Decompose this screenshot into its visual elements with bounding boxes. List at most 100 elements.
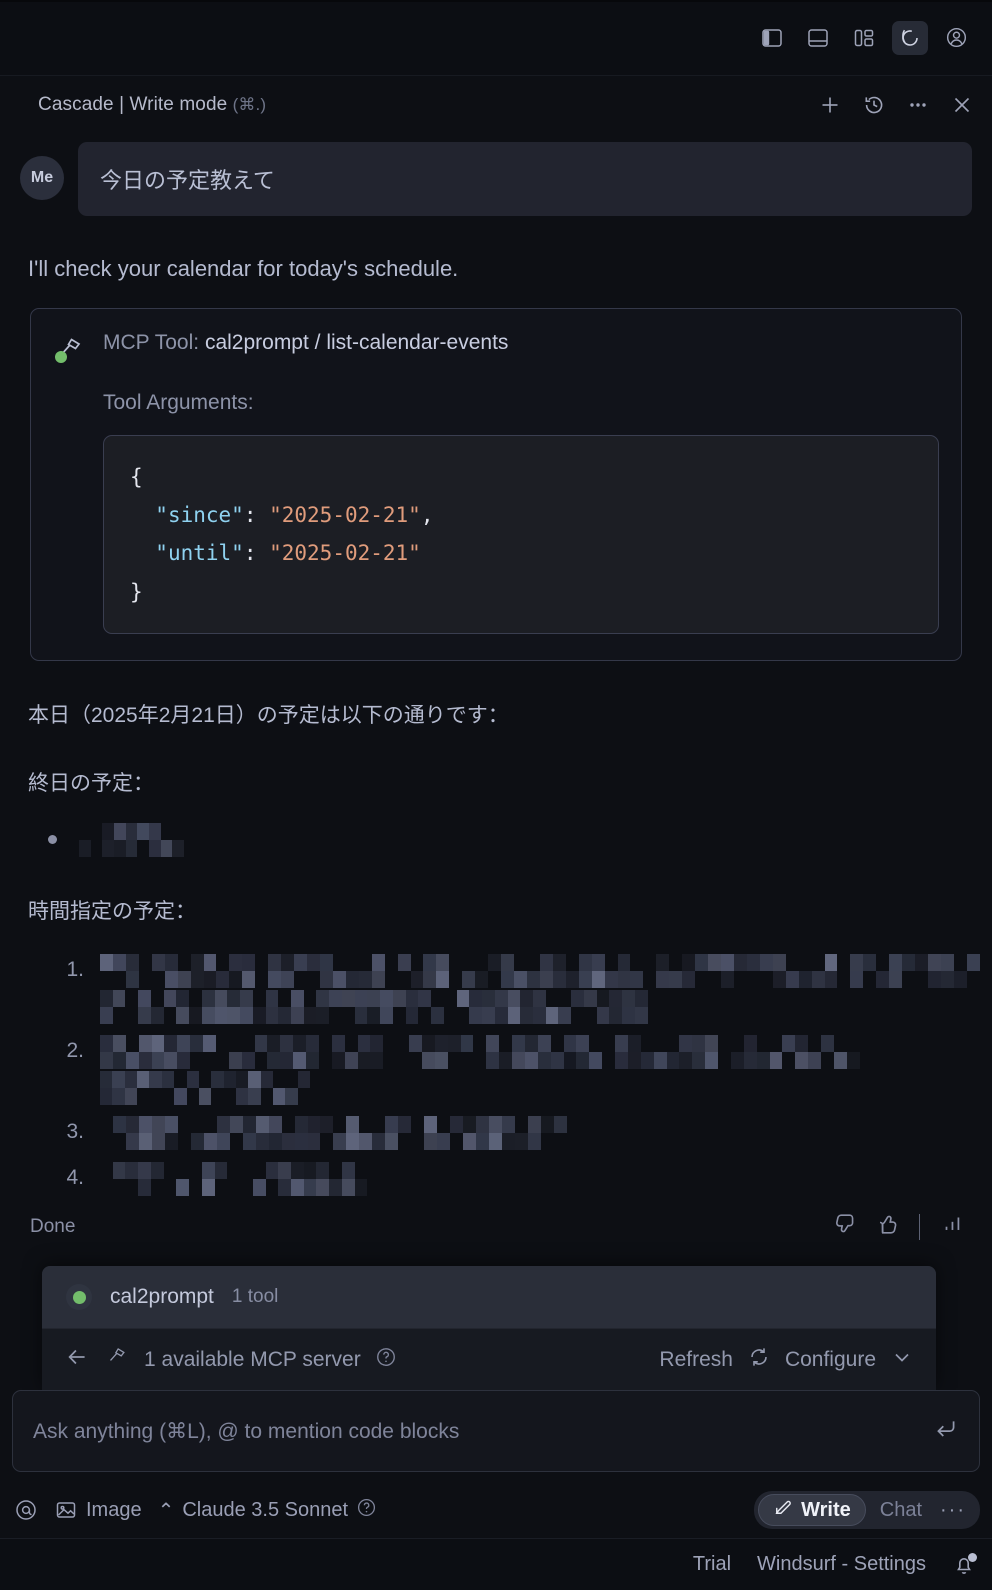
summary-intro-text: 本日（2025年2月21日）の予定は以下の通りです：	[28, 703, 509, 727]
customize-layout-icon[interactable]	[846, 21, 882, 55]
mcp-tool-header: MCP Tool: cal2prompt / list-calendar-eve…	[53, 331, 939, 367]
code-value-until: "2025-02-21"	[269, 541, 421, 566]
available-servers-label: 1 available MCP server	[144, 1347, 361, 1371]
prompt-input-container[interactable]: Ask anything (⌘L), @ to mention code blo…	[12, 1390, 980, 1472]
account-icon[interactable]	[938, 21, 974, 55]
mcp-tool-prefix: MCP Tool:	[103, 331, 205, 354]
mcp-tool-name: cal2prompt / list-calendar-events	[204, 331, 509, 354]
mention-button[interactable]	[14, 1498, 38, 1522]
status-dot	[72, 1290, 86, 1304]
timed-heading: 時間指定の予定：	[28, 899, 196, 923]
redacted-text-line	[100, 1034, 860, 1069]
refresh-button[interactable]: Refresh	[659, 1348, 733, 1372]
mcp-tool-count: 1 tool	[231, 1286, 279, 1307]
code-close-brace: }	[130, 579, 143, 604]
mcp-footer-left: 1 available MCP server	[64, 1344, 397, 1376]
cascade-header-actions	[818, 93, 974, 117]
input-area: Ask anything (⌘L), @ to mention code blo…	[0, 1390, 992, 1482]
settings-link[interactable]: Windsurf - Settings	[757, 1553, 926, 1576]
allday-heading: 終日の予定：	[28, 771, 154, 795]
toggle-panel-icon[interactable]	[800, 21, 836, 55]
titlebar-icon-group	[754, 20, 974, 55]
hammer-icon	[53, 333, 87, 367]
close-button[interactable]	[950, 93, 974, 117]
cascade-title-shortcut: (⌘.)	[232, 95, 267, 114]
code-open-brace: {	[130, 465, 143, 489]
tab-write-label: Write	[801, 1498, 851, 1521]
feedback-icon-group	[831, 1211, 966, 1243]
search-input[interactable]: Ask anything (⌘L), @ to mention code blo…	[33, 1419, 933, 1444]
list-item	[48, 822, 972, 857]
redacted-content	[100, 1032, 860, 1105]
thumbs-down-icon[interactable]	[831, 1211, 857, 1243]
tab-chat[interactable]: Chat	[868, 1499, 934, 1522]
code-key-until: "until"	[155, 541, 244, 566]
composer-toolbar: Image ⌃ Claude 3.5 Sonnet Write Chat ···	[0, 1482, 992, 1538]
cascade-panel: Cascade | Write mode (⌘.) Me 今日の予定教えて I'…	[0, 0, 992, 1590]
model-label: Claude 3.5 Sonnet	[182, 1498, 349, 1521]
redacted-text-line	[100, 989, 660, 1024]
new-conversation-button[interactable]	[818, 93, 842, 117]
plan-badge[interactable]: Trial	[693, 1553, 731, 1576]
help-icon[interactable]	[356, 1497, 377, 1524]
chevron-down-icon[interactable]	[890, 1345, 914, 1375]
cascade-title-text: Cascade | Write mode	[38, 94, 228, 115]
tool-status-dot	[55, 351, 67, 363]
server-status-icon	[66, 1284, 92, 1310]
status-text: Done	[30, 1215, 76, 1237]
table-row	[50, 1113, 972, 1151]
feedback-divider	[919, 1213, 920, 1240]
user-message-bubble[interactable]: 今日の予定教えて	[78, 142, 972, 216]
mcp-server-name: cal2prompt	[110, 1285, 214, 1308]
conversation-area: Me 今日の予定教えて I'll check your calendar for…	[0, 134, 992, 1390]
tab-write[interactable]: Write	[758, 1494, 866, 1526]
cascade-logo-icon[interactable]	[892, 20, 928, 55]
cascade-title: Cascade | Write mode (⌘.)	[38, 94, 266, 116]
metrics-icon[interactable]	[940, 1211, 966, 1243]
user-message-text: 今日の予定教えて	[100, 168, 275, 193]
mcp-server-item[interactable]: cal2prompt 1 tool	[42, 1266, 936, 1328]
refresh-icon[interactable]	[747, 1345, 771, 1375]
image-attach-button[interactable]: Image	[54, 1498, 142, 1522]
timed-event-list	[50, 951, 980, 1197]
table-row	[50, 951, 980, 1024]
edit-icon	[773, 1497, 793, 1523]
tool-arguments-code: { "since": "2025-02-21", "until": "2025-…	[103, 435, 939, 634]
submit-icon[interactable]	[933, 1416, 959, 1447]
avatar: Me	[20, 156, 64, 200]
notifications-button[interactable]	[952, 1552, 977, 1577]
image-label: Image	[86, 1498, 142, 1521]
thumbs-up-icon[interactable]	[873, 1211, 899, 1243]
toggle-primary-sidebar-icon[interactable]	[754, 21, 790, 55]
cascade-header: Cascade | Write mode (⌘.)	[0, 76, 992, 134]
notification-dot	[968, 1552, 977, 1562]
code-value-since: "2025-02-21"	[269, 503, 421, 528]
redacted-text-line	[100, 953, 980, 988]
code-key-since: "since"	[155, 503, 244, 528]
message-status-row: Done	[30, 1211, 966, 1243]
mcp-server-popover: cal2prompt 1 tool 1 available MCP server…	[42, 1266, 936, 1390]
redacted-content	[79, 822, 185, 857]
hammer-icon	[104, 1344, 130, 1376]
user-message-row: Me 今日の予定教えて	[20, 134, 972, 216]
code-comma: ,	[420, 503, 434, 528]
mode-more-button[interactable]: ···	[936, 1499, 976, 1522]
mcp-tool-title: MCP Tool: cal2prompt / list-calendar-eve…	[103, 331, 508, 355]
more-options-button[interactable]	[906, 93, 930, 117]
model-selector[interactable]: ⌃ Claude 3.5 Sonnet	[158, 1497, 377, 1524]
redacted-text-line	[100, 1161, 380, 1196]
back-arrow-icon[interactable]	[64, 1344, 90, 1376]
redacted-content	[100, 1159, 380, 1196]
configure-button[interactable]: Configure	[785, 1348, 876, 1372]
allday-event-list	[48, 822, 972, 857]
redacted-content	[100, 1113, 580, 1150]
editor-titlebar	[0, 0, 992, 76]
help-icon[interactable]	[375, 1346, 397, 1374]
mode-toggle-group: Write Chat ···	[754, 1491, 980, 1529]
history-button[interactable]	[862, 93, 886, 117]
mcp-tool-card[interactable]: MCP Tool: cal2prompt / list-calendar-eve…	[30, 308, 962, 661]
redacted-text-line	[100, 1070, 311, 1105]
redacted-text-line	[100, 1115, 580, 1150]
list-bullet	[48, 835, 57, 845]
mcp-footer-right: Refresh Configure	[659, 1345, 914, 1375]
